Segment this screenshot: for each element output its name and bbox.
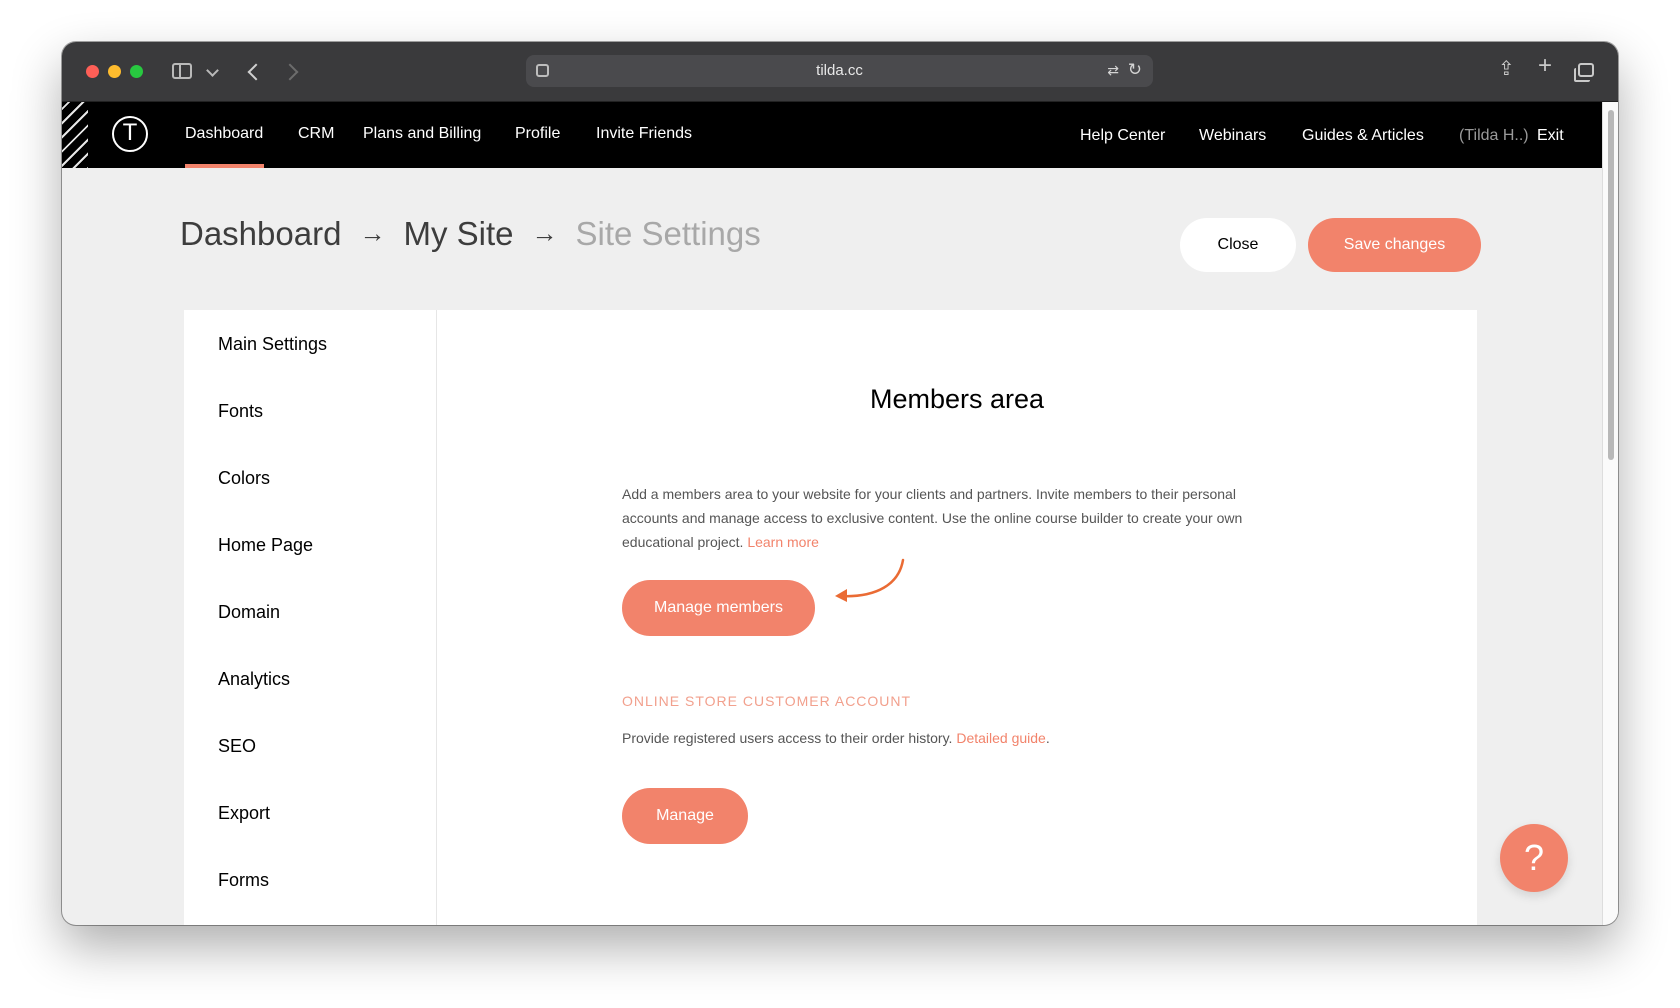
section-title: Members area bbox=[869, 384, 1045, 414]
store-account-heading: ONLINE STORE CUSTOMER ACCOUNT bbox=[622, 693, 912, 709]
browser-window: tilda.cc ⇄ ↻ ⇪ + T Dashboard CRM Plans a… bbox=[62, 42, 1618, 925]
nav-dashboard[interactable]: Dashboard bbox=[185, 125, 263, 143]
address-bar[interactable]: tilda.cc ⇄ ↻ bbox=[526, 55, 1153, 87]
breadcrumb-my-site[interactable]: My Site bbox=[403, 215, 513, 252]
members-description-text: Add a members area to your website for y… bbox=[622, 486, 1243, 550]
nav-invite-friends[interactable]: Invite Friends bbox=[596, 125, 692, 143]
learn-more-link[interactable]: Learn more bbox=[747, 534, 819, 550]
settings-main: Members area Add a members area to your … bbox=[437, 310, 1477, 925]
page-scrollbar[interactable] bbox=[1602, 102, 1618, 925]
tilda-logo[interactable]: T bbox=[112, 116, 148, 152]
decorative-pattern bbox=[62, 102, 88, 168]
share-icon[interactable]: ⇪ bbox=[1498, 59, 1515, 79]
browser-toolbar: tilda.cc ⇄ ↻ ⇪ + bbox=[62, 42, 1618, 102]
help-button[interactable]: ? bbox=[1500, 824, 1568, 892]
save-changes-button[interactable]: Save changes bbox=[1308, 218, 1481, 272]
close-window-icon[interactable] bbox=[86, 65, 99, 78]
breadcrumb: Dashboard → My Site → Site Settings bbox=[180, 215, 761, 253]
minimize-window-icon[interactable] bbox=[108, 65, 121, 78]
store-description: Provide registered users access to their… bbox=[622, 730, 1050, 746]
nav-crm[interactable]: CRM bbox=[298, 125, 334, 143]
nav-help-center[interactable]: Help Center bbox=[1080, 127, 1165, 145]
breadcrumb-arrow-icon: → bbox=[531, 218, 558, 248]
store-description-period: . bbox=[1045, 730, 1050, 746]
sidebar-item-forms[interactable]: Forms bbox=[218, 870, 269, 891]
breadcrumb-arrow-icon: → bbox=[359, 218, 386, 248]
breadcrumb-site-settings: Site Settings bbox=[575, 215, 761, 252]
url-text[interactable]: tilda.cc bbox=[526, 62, 1153, 79]
sidebar-item-export[interactable]: Export bbox=[218, 803, 270, 824]
sidebar-item-main-settings[interactable]: Main Settings bbox=[218, 334, 327, 355]
sidebar-item-home-page[interactable]: Home Page bbox=[218, 535, 313, 556]
settings-card: Main Settings Fonts Colors Home Page Dom… bbox=[184, 310, 1477, 925]
close-button[interactable]: Close bbox=[1180, 218, 1296, 272]
nav-webinars[interactable]: Webinars bbox=[1199, 127, 1266, 145]
forward-arrow-icon[interactable] bbox=[281, 63, 299, 81]
nav-exit[interactable]: Exit bbox=[1537, 127, 1564, 145]
members-description: Add a members area to your website for y… bbox=[622, 482, 1262, 554]
nav-profile[interactable]: Profile bbox=[515, 125, 560, 143]
sidebar-item-fonts[interactable]: Fonts bbox=[218, 401, 263, 422]
new-tab-icon[interactable]: + bbox=[1538, 54, 1552, 78]
sidebar-item-analytics[interactable]: Analytics bbox=[218, 669, 290, 690]
reload-icon[interactable]: ↻ bbox=[1128, 60, 1142, 80]
breadcrumb-dashboard[interactable]: Dashboard bbox=[180, 215, 341, 252]
translate-icon[interactable]: ⇄ bbox=[1107, 62, 1119, 79]
store-description-text: Provide registered users access to their… bbox=[622, 730, 953, 746]
sidebar-item-domain[interactable]: Domain bbox=[218, 602, 280, 623]
nav-user-name: (Tilda H..) bbox=[1459, 127, 1529, 144]
nav-plans-billing[interactable]: Plans and Billing bbox=[363, 125, 481, 143]
tab-overview-icon[interactable] bbox=[1574, 63, 1594, 82]
zoom-window-icon[interactable] bbox=[130, 65, 143, 78]
manage-members-button[interactable]: Manage members bbox=[622, 580, 815, 636]
sidebar-toggle-icon[interactable] bbox=[172, 63, 192, 79]
nav-guides-articles[interactable]: Guides & Articles bbox=[1302, 127, 1424, 145]
scrollbar-thumb[interactable] bbox=[1608, 110, 1614, 460]
settings-sidebar: Main Settings Fonts Colors Home Page Dom… bbox=[184, 310, 437, 925]
top-navigation: T Dashboard CRM Plans and Billing Profil… bbox=[62, 102, 1602, 168]
manage-button[interactable]: Manage bbox=[622, 788, 748, 844]
sidebar-item-seo[interactable]: SEO bbox=[218, 736, 256, 757]
back-arrow-icon[interactable] bbox=[247, 63, 265, 81]
detailed-guide-link[interactable]: Detailed guide bbox=[956, 730, 1046, 746]
sidebar-item-colors[interactable]: Colors bbox=[218, 468, 270, 489]
active-tab-indicator bbox=[185, 164, 264, 168]
chevron-down-icon[interactable] bbox=[206, 64, 219, 77]
pointer-arrow-icon bbox=[835, 558, 905, 602]
